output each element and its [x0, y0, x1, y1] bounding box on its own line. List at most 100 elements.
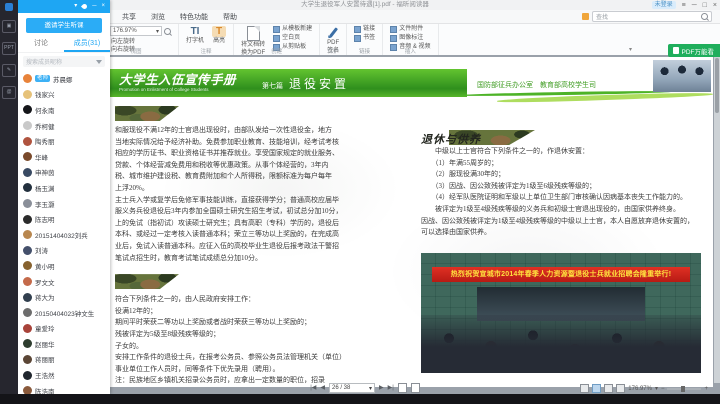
- member-row[interactable]: 罗文文: [18, 274, 110, 290]
- search-icon: [701, 13, 708, 20]
- zoom-out-button[interactable]: −: [661, 386, 665, 392]
- doc-text-line: （3）因战、因公致残被评定为1级至6级残疾等级的；: [421, 181, 701, 193]
- member-row[interactable]: 王浩然: [18, 367, 110, 383]
- group-label-link: 链接: [347, 47, 382, 55]
- member-row[interactable]: 杨玉渊: [18, 180, 110, 196]
- last-page-button[interactable]: ▶|: [388, 383, 394, 393]
- menu-tab[interactable]: 浏览: [151, 12, 165, 22]
- member-row[interactable]: 何永南: [18, 102, 110, 118]
- taskbar[interactable]: [0, 394, 720, 404]
- zoom-in-icon[interactable]: [164, 28, 171, 35]
- ribbon-item[interactable]: 空白页: [273, 35, 312, 42]
- minimize-button[interactable]: ─: [92, 0, 96, 13]
- menu-tab[interactable]: 帮助: [223, 12, 237, 22]
- member-row[interactable]: 陈浩南: [18, 383, 110, 394]
- chevron-down-icon[interactable]: ▾: [369, 385, 372, 392]
- next-page-button[interactable]: ▶: [379, 383, 384, 393]
- member-avatar: [23, 293, 32, 302]
- prev-page-button[interactable]: ◀: [320, 383, 325, 393]
- member-avatar: [23, 371, 32, 380]
- ribbon-item[interactable]: 链接: [354, 26, 375, 33]
- member-name: 杨玉渊: [35, 183, 55, 193]
- chevron-down-icon[interactable]: ▾: [655, 385, 658, 392]
- rail-item-icon[interactable]: ▣: [2, 20, 16, 33]
- chevron-down-icon[interactable]: ▾: [629, 46, 632, 53]
- left-column: 和服现役不满12年的士官退出现役时，由部队发给一次性退役金，地方当地实际情况给予…: [115, 106, 407, 387]
- read-mode-icon[interactable]: [580, 384, 589, 393]
- filter-icon[interactable]: [96, 60, 102, 64]
- member-row[interactable]: 乔柯健: [18, 118, 110, 134]
- ribbon-item-icon: [390, 35, 397, 42]
- highlight-button[interactable]: T 高亮: [212, 26, 226, 45]
- agency-names: 国防部征兵办公室 教育部高校学生司: [477, 80, 596, 90]
- member-avatar: [23, 121, 32, 130]
- vertical-scrollbar[interactable]: [714, 55, 720, 383]
- fit-width-icon[interactable]: [592, 384, 601, 393]
- menu-icon[interactable]: ≡: [682, 2, 686, 9]
- rotate-left-button[interactable]: 向左旋转: [101, 38, 171, 46]
- fit-page-icon[interactable]: [604, 384, 613, 393]
- rail-item-icon[interactable]: PPT: [2, 42, 16, 55]
- member-name: 苏晨娜: [53, 74, 73, 84]
- member-list: 老师苏晨娜钱家兴何永南乔柯健陶秀丽华峰申神茵杨玉渊李玉灏陈志明201514040…: [18, 70, 110, 394]
- member-name: 童爱玲: [35, 323, 55, 333]
- zoom-in-button[interactable]: +: [704, 386, 708, 392]
- member-row[interactable]: 老师苏晨娜: [18, 71, 110, 87]
- menu-tab[interactable]: 特色功能: [180, 12, 208, 22]
- scrollbar-thumb[interactable]: [715, 58, 719, 113]
- rail-item-icon[interactable]: ✎: [2, 64, 16, 77]
- maximize-button[interactable]: □: [703, 2, 707, 9]
- ribbon-item[interactable]: 书签: [354, 35, 375, 42]
- member-row[interactable]: 申神茵: [18, 165, 110, 181]
- close-button[interactable]: ×: [713, 2, 717, 9]
- ribbon-item[interactable]: 图像标注: [390, 35, 430, 42]
- zoom-value-box[interactable]: 176.97% ▾: [110, 26, 162, 36]
- member-row[interactable]: 蒋大为: [18, 289, 110, 305]
- zoom-slider[interactable]: [667, 388, 701, 390]
- typewriter-button[interactable]: TI 打字机: [186, 26, 204, 45]
- member-row[interactable]: 童爱玲: [18, 321, 110, 337]
- member-avatar: [23, 215, 32, 224]
- minimize-button[interactable]: ─: [692, 2, 697, 9]
- status-zoom-value: 176.97%: [628, 386, 652, 392]
- member-row[interactable]: 20150404023钟文生: [18, 305, 110, 321]
- pin-icon[interactable]: [81, 3, 88, 10]
- rail-item-icon[interactable]: @: [2, 86, 16, 99]
- member-row[interactable]: 蒋丽丽: [18, 352, 110, 368]
- typewriter-icon: TI: [191, 26, 200, 37]
- invite-students-button[interactable]: 邀请学生听课: [26, 18, 102, 33]
- member-search-input[interactable]: 搜索成员昵称: [23, 56, 105, 67]
- member-avatar: [23, 152, 32, 161]
- member-row[interactable]: 黄小明: [18, 258, 110, 274]
- find-input[interactable]: 查找: [592, 11, 712, 22]
- member-row[interactable]: 钱家兴: [18, 87, 110, 103]
- app-logo-icon[interactable]: [5, 3, 13, 11]
- facing-page-view-icon[interactable]: [411, 383, 420, 393]
- zoom-slider-thumb[interactable]: [681, 386, 685, 392]
- chevron-down-icon[interactable]: ▾: [74, 0, 77, 13]
- single-page-view-icon[interactable]: [398, 383, 407, 393]
- classroom-titlebar: ▾ ─ ×: [18, 0, 110, 13]
- chevron-down-icon[interactable]: ▾: [156, 28, 159, 35]
- member-row[interactable]: 陶秀丽: [18, 133, 110, 149]
- fullscreen-icon[interactable]: [616, 384, 625, 393]
- page-number-input[interactable]: 26 / 38 ▾: [329, 383, 375, 393]
- pdf-tool-float-button[interactable]: PDF万能看: [668, 44, 720, 57]
- member-row[interactable]: 华峰: [18, 149, 110, 165]
- ribbon-item[interactable]: 从模板新建: [273, 26, 312, 33]
- soldiers-photo: [653, 60, 711, 92]
- member-row[interactable]: 陈志明: [18, 211, 110, 227]
- login-button[interactable]: 未登录: [652, 1, 676, 9]
- member-row[interactable]: 刘涛: [18, 243, 110, 259]
- menu-tab[interactable]: 共享: [122, 12, 136, 22]
- member-row[interactable]: 李玉灏: [18, 196, 110, 212]
- ribbon-item[interactable]: 文件附件: [390, 26, 430, 33]
- member-row[interactable]: 20151404032刘兵: [18, 227, 110, 243]
- tab-discussion[interactable]: 讨论: [18, 37, 64, 52]
- close-button[interactable]: ×: [101, 0, 105, 13]
- tab-members[interactable]: 成员(31): [64, 37, 110, 52]
- group-label-create: 创建: [234, 47, 319, 55]
- member-row[interactable]: 赵丽华: [18, 336, 110, 352]
- first-page-button[interactable]: |◀: [310, 383, 316, 393]
- ribbon-group-comment: TI 打字机 T 高亮 注释: [179, 24, 234, 55]
